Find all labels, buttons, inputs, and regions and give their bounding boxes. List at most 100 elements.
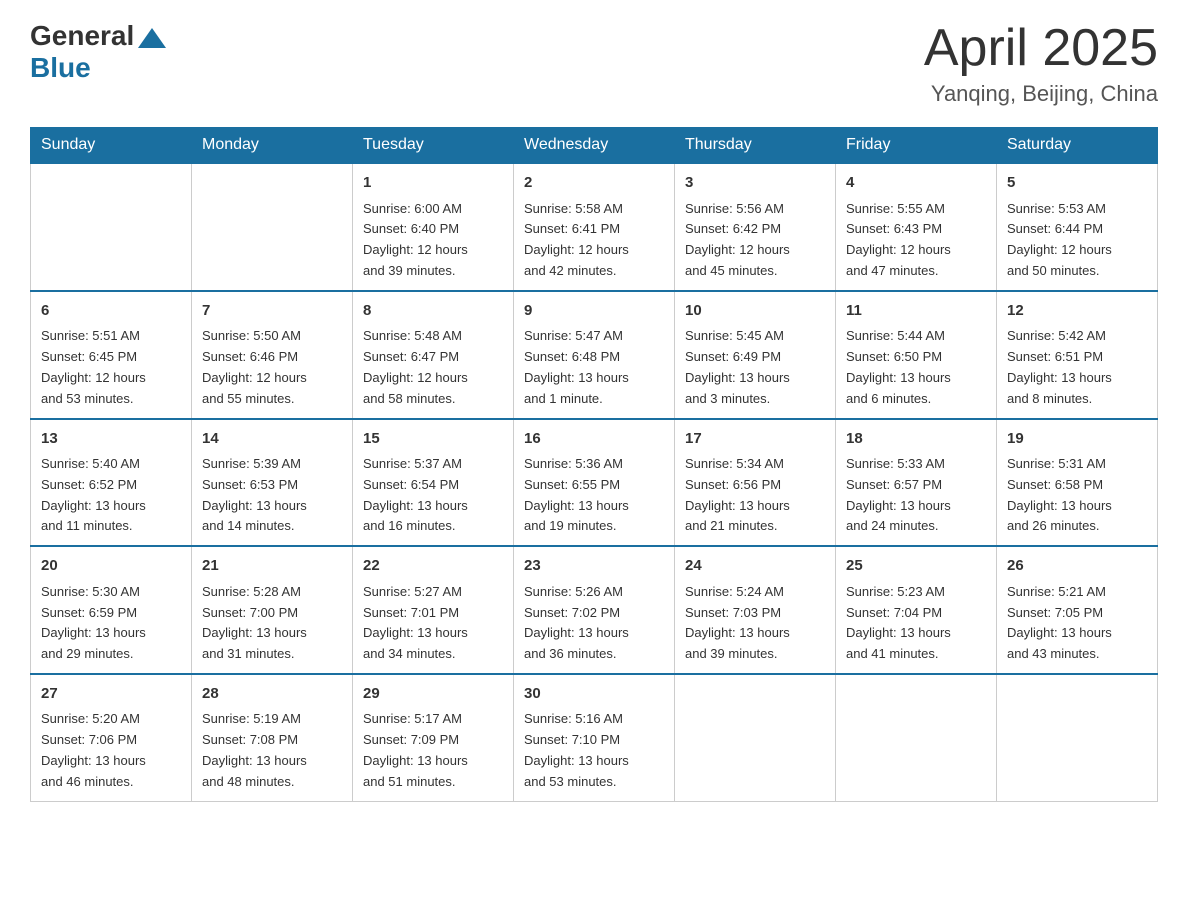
- day-info: Sunrise: 5:55 AMSunset: 6:43 PMDaylight:…: [846, 199, 986, 282]
- calendar-cell: 8 Sunrise: 5:48 AMSunset: 6:47 PMDaylight…: [353, 291, 514, 419]
- calendar-cell: 16Sunrise: 5:36 AMSunset: 6:55 PMDayligh…: [514, 419, 675, 547]
- header-thursday: Thursday: [675, 128, 836, 164]
- day-number: 29: [363, 683, 503, 706]
- day-info: Sunrise: 5:37 AMSunset: 6:54 PMDaylight:…: [363, 454, 503, 537]
- calendar-cell: 18 Sunrise: 5:33 AMSunset: 6:57 PMDayligh…: [836, 419, 997, 547]
- day-number: 9: [524, 300, 664, 323]
- day-number: 3: [685, 172, 825, 195]
- calendar-cell: 1Sunrise: 6:00 AMSunset: 6:40 PMDaylight…: [353, 163, 514, 291]
- calendar-table: SundayMondayTuesdayWednesdayThursdayFrid…: [30, 127, 1158, 801]
- day-info: Sunrise: 5:40 AMSunset: 6:52 PMDaylight:…: [41, 454, 181, 537]
- day-number: 16: [524, 428, 664, 451]
- calendar-cell: 14 Sunrise: 5:39 AMSunset: 6:53 PMDayligh…: [192, 419, 353, 547]
- logo-blue-text: Blue: [30, 52, 91, 84]
- day-number: 18: [846, 428, 986, 451]
- day-number: 11: [846, 300, 986, 323]
- day-info: Sunrise: 5:21 AMSunset: 7:05 PMDaylight:…: [1007, 582, 1147, 665]
- day-info: Sunrise: 5:56 AMSunset: 6:42 PMDaylight:…: [685, 199, 825, 282]
- title-section: April 2025 Yanqing, Beijing, China: [924, 20, 1158, 107]
- day-number: 1: [363, 172, 503, 195]
- calendar-cell: 21Sunrise: 5:28 AMSunset: 7:00 PMDayligh…: [192, 546, 353, 674]
- calendar-cell: 6Sunrise: 5:51 AMSunset: 6:45 PMDaylight…: [31, 291, 192, 419]
- header-wednesday: Wednesday: [514, 128, 675, 164]
- header-sunday: Sunday: [31, 128, 192, 164]
- calendar-cell: 27 Sunrise: 5:20 AMSunset: 7:06 PMDayligh…: [31, 674, 192, 801]
- day-number: 28: [202, 683, 342, 706]
- header-monday: Monday: [192, 128, 353, 164]
- day-info: Sunrise: 5:26 AMSunset: 7:02 PMDaylight:…: [524, 582, 664, 665]
- day-number: 13: [41, 428, 181, 451]
- calendar-cell: [192, 163, 353, 291]
- calendar-cell: 24 Sunrise: 5:24 AMSunset: 7:03 PMDayligh…: [675, 546, 836, 674]
- calendar-cell: 3 Sunrise: 5:56 AMSunset: 6:42 PMDaylight…: [675, 163, 836, 291]
- day-number: 24: [685, 555, 825, 578]
- day-info: Sunrise: 5:53 AMSunset: 6:44 PMDaylight:…: [1007, 199, 1147, 282]
- calendar-cell: 12 Sunrise: 5:42 AMSunset: 6:51 PMDayligh…: [997, 291, 1158, 419]
- calendar-cell: 10Sunrise: 5:45 AMSunset: 6:49 PMDayligh…: [675, 291, 836, 419]
- day-info: Sunrise: 5:17 AMSunset: 7:09 PMDaylight:…: [363, 709, 503, 792]
- day-info: Sunrise: 5:48 AMSunset: 6:47 PMDaylight:…: [363, 326, 503, 409]
- calendar-cell: [31, 163, 192, 291]
- logo-arrow-icon: [138, 28, 166, 48]
- day-info: Sunrise: 5:44 AMSunset: 6:50 PMDaylight:…: [846, 326, 986, 409]
- day-number: 7: [202, 300, 342, 323]
- day-info: Sunrise: 5:20 AMSunset: 7:06 PMDaylight:…: [41, 709, 181, 792]
- day-info: Sunrise: 5:24 AMSunset: 7:03 PMDaylight:…: [685, 582, 825, 665]
- calendar-cell: 2 Sunrise: 5:58 AMSunset: 6:41 PMDaylight…: [514, 163, 675, 291]
- calendar-cell: 4 Sunrise: 5:55 AMSunset: 6:43 PMDaylight…: [836, 163, 997, 291]
- day-number: 4: [846, 172, 986, 195]
- day-number: 30: [524, 683, 664, 706]
- day-number: 17: [685, 428, 825, 451]
- day-info: Sunrise: 5:30 AMSunset: 6:59 PMDaylight:…: [41, 582, 181, 665]
- calendar-cell: 7Sunrise: 5:50 AMSunset: 6:46 PMDaylight…: [192, 291, 353, 419]
- calendar-week-row: 20 Sunrise: 5:30 AMSunset: 6:59 PMDayligh…: [31, 546, 1158, 674]
- day-info: Sunrise: 5:27 AMSunset: 7:01 PMDaylight:…: [363, 582, 503, 665]
- day-info: Sunrise: 5:16 AMSunset: 7:10 PMDaylight:…: [524, 709, 664, 792]
- day-info: Sunrise: 5:42 AMSunset: 6:51 PMDaylight:…: [1007, 326, 1147, 409]
- day-info: Sunrise: 5:19 AMSunset: 7:08 PMDaylight:…: [202, 709, 342, 792]
- calendar-header-row: SundayMondayTuesdayWednesdayThursdayFrid…: [31, 128, 1158, 164]
- logo: General Blue: [30, 20, 166, 84]
- day-info: Sunrise: 5:33 AMSunset: 6:57 PMDaylight:…: [846, 454, 986, 537]
- calendar-cell: 26 Sunrise: 5:21 AMSunset: 7:05 PMDayligh…: [997, 546, 1158, 674]
- calendar-cell: [997, 674, 1158, 801]
- calendar-week-row: 27 Sunrise: 5:20 AMSunset: 7:06 PMDayligh…: [31, 674, 1158, 801]
- calendar-week-row: 13 Sunrise: 5:40 AMSunset: 6:52 PMDayligh…: [31, 419, 1158, 547]
- day-number: 23: [524, 555, 664, 578]
- day-number: 26: [1007, 555, 1147, 578]
- day-info: Sunrise: 5:47 AMSunset: 6:48 PMDaylight:…: [524, 326, 664, 409]
- day-number: 20: [41, 555, 181, 578]
- day-number: 2: [524, 172, 664, 195]
- day-number: 5: [1007, 172, 1147, 195]
- calendar-cell: 25 Sunrise: 5:23 AMSunset: 7:04 PMDayligh…: [836, 546, 997, 674]
- calendar-cell: 22Sunrise: 5:27 AMSunset: 7:01 PMDayligh…: [353, 546, 514, 674]
- header-tuesday: Tuesday: [353, 128, 514, 164]
- calendar-cell: [675, 674, 836, 801]
- calendar-cell: 28 Sunrise: 5:19 AMSunset: 7:08 PMDayligh…: [192, 674, 353, 801]
- day-info: Sunrise: 5:39 AMSunset: 6:53 PMDaylight:…: [202, 454, 342, 537]
- day-number: 27: [41, 683, 181, 706]
- calendar-cell: 9 Sunrise: 5:47 AMSunset: 6:48 PMDaylight…: [514, 291, 675, 419]
- calendar-cell: 19Sunrise: 5:31 AMSunset: 6:58 PMDayligh…: [997, 419, 1158, 547]
- day-number: 25: [846, 555, 986, 578]
- day-number: 12: [1007, 300, 1147, 323]
- calendar-week-row: 6Sunrise: 5:51 AMSunset: 6:45 PMDaylight…: [31, 291, 1158, 419]
- day-info: Sunrise: 5:23 AMSunset: 7:04 PMDaylight:…: [846, 582, 986, 665]
- calendar-cell: 23 Sunrise: 5:26 AMSunset: 7:02 PMDayligh…: [514, 546, 675, 674]
- calendar-cell: 20 Sunrise: 5:30 AMSunset: 6:59 PMDayligh…: [31, 546, 192, 674]
- calendar-cell: 29 Sunrise: 5:17 AMSunset: 7:09 PMDayligh…: [353, 674, 514, 801]
- logo-blue-part: [134, 24, 166, 48]
- day-number: 8: [363, 300, 503, 323]
- calendar-cell: 30 Sunrise: 5:16 AMSunset: 7:10 PMDayligh…: [514, 674, 675, 801]
- day-info: Sunrise: 5:58 AMSunset: 6:41 PMDaylight:…: [524, 199, 664, 282]
- logo-general-text: General: [30, 20, 134, 52]
- day-number: 19: [1007, 428, 1147, 451]
- day-info: Sunrise: 5:34 AMSunset: 6:56 PMDaylight:…: [685, 454, 825, 537]
- location-text: Yanqing, Beijing, China: [924, 81, 1158, 107]
- page-header: General Blue April 2025 Yanqing, Beijing…: [30, 20, 1158, 107]
- day-number: 14: [202, 428, 342, 451]
- calendar-cell: 13 Sunrise: 5:40 AMSunset: 6:52 PMDayligh…: [31, 419, 192, 547]
- day-info: Sunrise: 5:28 AMSunset: 7:00 PMDaylight:…: [202, 582, 342, 665]
- month-title: April 2025: [924, 20, 1158, 77]
- header-friday: Friday: [836, 128, 997, 164]
